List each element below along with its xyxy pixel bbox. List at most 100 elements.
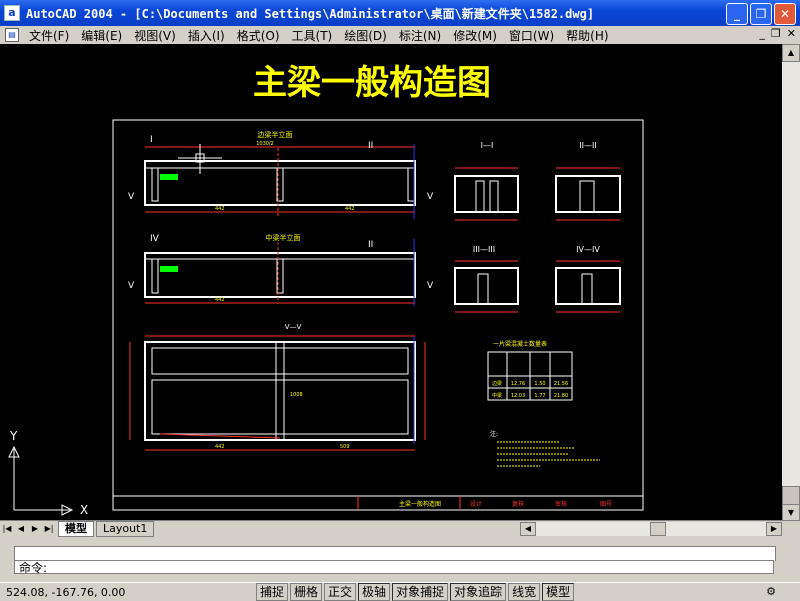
horizontal-scrollbar[interactable]: ◀ ▶ bbox=[520, 522, 782, 536]
table-row2-name: 中梁 bbox=[492, 392, 502, 399]
elev1-title: 边梁半立面 bbox=[258, 130, 293, 139]
elev2-mark-V-right: V bbox=[427, 281, 434, 291]
titleblock-number: 图号 bbox=[600, 501, 612, 508]
command-window: 命令: bbox=[0, 540, 800, 578]
section-II: II—II bbox=[555, 141, 621, 221]
autocad-app-icon[interactable]: a bbox=[4, 5, 20, 21]
table-row1-name: 边梁 bbox=[492, 380, 502, 387]
first-tab-icon[interactable]: |◀ bbox=[0, 522, 14, 536]
elev2-mark-V: V bbox=[128, 281, 135, 291]
vertical-scrollbar[interactable]: ▲ ▼ bbox=[782, 44, 800, 522]
status-bar: 524.08, -167.76, 0.00 捕捉 栅格 正交 极轴 对象捕捉 对… bbox=[0, 582, 800, 601]
section-II-label: II—II bbox=[579, 141, 596, 150]
model-toggle[interactable]: 模型 bbox=[542, 583, 575, 601]
drawing-svg[interactable]: 主梁一般构造图 边梁半立面 1030/2 442 442 I II V V 中梁… bbox=[0, 44, 782, 520]
menu-help[interactable]: 帮助(H) bbox=[560, 27, 614, 44]
doc-restore-icon[interactable]: ❐ bbox=[771, 27, 781, 40]
menu-window[interactable]: 窗口(W) bbox=[503, 27, 560, 44]
menu-file[interactable]: 文件(F) bbox=[23, 27, 75, 44]
command-history bbox=[14, 546, 776, 561]
section-IV-label: IV—IV bbox=[576, 245, 600, 254]
table-row2-a: 12.03 bbox=[511, 393, 525, 399]
menu-view[interactable]: 视图(V) bbox=[128, 27, 182, 44]
menu-dimension[interactable]: 标注(N) bbox=[393, 27, 447, 44]
elev2-dim-a: 442 bbox=[215, 297, 225, 303]
doc-minimize-icon[interactable]: _ bbox=[759, 27, 765, 40]
next-tab-icon[interactable]: ▶ bbox=[28, 522, 42, 536]
tab-layout1[interactable]: Layout1 bbox=[96, 521, 155, 537]
menu-modify[interactable]: 修改(M) bbox=[447, 27, 503, 44]
table-row1-b: 1.50 bbox=[534, 381, 545, 387]
ucs-icon: Y X bbox=[8, 429, 88, 517]
scroll-left-icon[interactable]: ◀ bbox=[520, 522, 536, 536]
menu-draw[interactable]: 绘图(D) bbox=[338, 27, 393, 44]
section-III-label: III—III bbox=[473, 245, 495, 254]
table-row2-c: 21.80 bbox=[554, 393, 568, 399]
elevation-middle-beam: 中梁半立面 442 IV II V V bbox=[128, 233, 434, 306]
ucs-x-label: X bbox=[80, 503, 88, 517]
table-row1-c: 21.56 bbox=[554, 381, 568, 387]
otrack-toggle[interactable]: 对象追踪 bbox=[450, 583, 507, 601]
section-I-label: I—I bbox=[481, 141, 494, 150]
window-title: AutoCAD 2004 - [C:\Documents and Setting… bbox=[26, 6, 595, 21]
last-tab-icon[interactable]: ▶| bbox=[42, 522, 56, 536]
elev1-mark-II: II bbox=[368, 141, 373, 151]
doc-close-icon[interactable]: ✕ bbox=[787, 27, 796, 40]
menu-edit[interactable]: 编辑(E) bbox=[75, 27, 128, 44]
section-IV: IV—IV bbox=[555, 245, 621, 313]
document-icon[interactable]: ▤ bbox=[5, 28, 19, 42]
elev2-mark-II: II bbox=[368, 240, 373, 250]
prev-tab-icon[interactable]: ◀ bbox=[14, 522, 28, 536]
notes: 注: bbox=[490, 430, 600, 467]
elev2-mark-IV: IV bbox=[150, 234, 160, 244]
scroll-up-icon[interactable]: ▲ bbox=[782, 44, 800, 62]
hscroll-thumb[interactable] bbox=[650, 522, 666, 536]
elev1-dim-a: 442 bbox=[215, 206, 225, 212]
plan-dim-a: 442 bbox=[215, 444, 225, 450]
drawing-canvas[interactable]: 主梁一般构造图 边梁半立面 1030/2 442 442 I II V V 中梁… bbox=[0, 44, 782, 520]
selection-marker bbox=[160, 174, 178, 180]
lineweight-toggle[interactable]: 线宽 bbox=[508, 583, 541, 601]
menu-format[interactable]: 格式(O) bbox=[231, 27, 286, 44]
table-title: 一片梁混凝土数量表 bbox=[493, 340, 547, 348]
titleblock-review: 审核 bbox=[555, 500, 567, 508]
command-input[interactable]: 命令: bbox=[14, 560, 774, 575]
elev1-dim-b: 442 bbox=[345, 206, 355, 212]
elev1-mark-V-right: V bbox=[427, 192, 434, 202]
restore-button[interactable]: ❐ bbox=[750, 3, 772, 25]
snap-toggle[interactable]: 捕捉 bbox=[256, 583, 289, 601]
section-III: III—III bbox=[454, 245, 519, 313]
scroll-right-icon[interactable]: ▶ bbox=[766, 522, 782, 536]
elev1-dim-1030: 1030/2 bbox=[256, 141, 274, 147]
command-prompt: 命令: bbox=[19, 561, 48, 575]
plan-dim-1008: 1008 bbox=[290, 392, 303, 398]
minimize-button[interactable]: _ bbox=[726, 3, 748, 25]
menu-insert[interactable]: 插入(I) bbox=[182, 27, 231, 44]
osnap-toggle[interactable]: 对象捕捉 bbox=[392, 583, 449, 601]
coordinate-readout: 524.08, -167.76, 0.00 bbox=[6, 585, 126, 599]
tray-settings-icon[interactable]: ⚙ bbox=[764, 585, 778, 599]
menu-tools[interactable]: 工具(T) bbox=[286, 27, 339, 44]
elev1-mark-I: I bbox=[150, 135, 153, 145]
title-bar: a AutoCAD 2004 - [C:\Documents and Setti… bbox=[0, 0, 800, 26]
plan-dim-b: 509 bbox=[340, 444, 350, 450]
elevation-edge-beam: 边梁半立面 1030/2 442 442 I II V V bbox=[128, 130, 434, 219]
ortho-toggle[interactable]: 正交 bbox=[324, 583, 357, 601]
elev2-title: 中梁半立面 bbox=[266, 233, 301, 242]
elev1-mark-V: V bbox=[128, 192, 135, 202]
drawing-main-title: 主梁一般构造图 bbox=[253, 63, 491, 103]
tab-model[interactable]: 模型 bbox=[58, 521, 94, 537]
plan-view: V—V 442 509 1008 bbox=[129, 323, 426, 451]
titleblock-design: 设计 bbox=[470, 500, 482, 508]
close-button[interactable]: ✕ bbox=[774, 3, 796, 25]
table-row2-b: 1.77 bbox=[534, 393, 545, 399]
table-row1-a: 12.76 bbox=[511, 381, 525, 387]
grid-toggle[interactable]: 栅格 bbox=[290, 583, 323, 601]
polar-toggle[interactable]: 极轴 bbox=[358, 583, 391, 601]
title-block: 主梁一般构造图 设计 复核 审核 图号 bbox=[113, 495, 643, 510]
sheet-border bbox=[112, 119, 644, 511]
section-I: I—I bbox=[454, 141, 519, 221]
titleblock-check: 复核 bbox=[512, 500, 524, 508]
plan-title: V—V bbox=[285, 323, 302, 331]
titleblock-name: 主梁一般构造图 bbox=[399, 500, 441, 508]
